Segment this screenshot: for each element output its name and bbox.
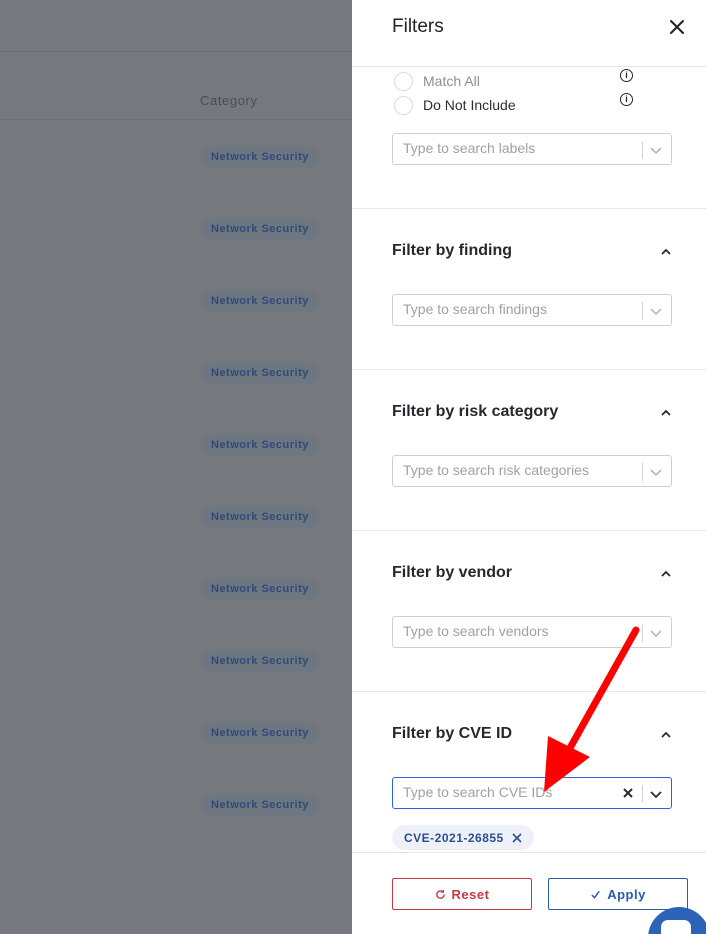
clear-icon[interactable] (621, 786, 635, 800)
cve-search-input[interactable] (403, 784, 613, 800)
select-divider (642, 463, 643, 481)
finding-section-title: Filter by finding (392, 242, 512, 259)
risk-category-section-title: Filter by risk category (392, 403, 559, 420)
filters-panel: Filters Match All i Do Not Include i Fil… (352, 0, 706, 934)
category-badge: Network Security (201, 218, 319, 240)
panel-title: Filters (392, 16, 444, 37)
chevron-up-icon[interactable] (659, 406, 673, 420)
risk-categories-search-select[interactable] (392, 455, 672, 487)
cve-section-title: Filter by CVE ID (392, 725, 513, 742)
chevron-up-icon[interactable] (659, 245, 673, 259)
category-badge: Network Security (201, 146, 319, 168)
select-divider (642, 302, 643, 320)
section-divider (352, 691, 706, 692)
reset-button[interactable]: Reset (392, 878, 532, 910)
vendors-search-select[interactable] (392, 616, 672, 648)
risk-categories-search-input[interactable] (403, 462, 613, 478)
reset-button-label: Reset (451, 886, 490, 902)
chevron-down-icon[interactable] (649, 787, 663, 801)
chevron-down-icon[interactable] (649, 626, 663, 640)
do-not-include-option[interactable]: Do Not Include (394, 94, 516, 116)
select-divider (642, 624, 643, 642)
chevron-up-icon[interactable] (659, 567, 673, 581)
chevron-down-icon[interactable] (649, 143, 663, 157)
chevron-down-icon[interactable] (649, 304, 663, 318)
category-badge: Network Security (201, 290, 319, 312)
findings-search-input[interactable] (403, 301, 613, 317)
panel-header: Filters (352, 0, 706, 67)
category-badge: Network Security (201, 578, 319, 600)
refresh-icon (435, 889, 445, 899)
match-all-radio[interactable] (394, 71, 413, 91)
category-badge: Network Security (201, 434, 319, 456)
labels-search-input[interactable] (403, 140, 613, 156)
info-icon[interactable]: i (620, 69, 633, 82)
section-divider (352, 369, 706, 370)
category-column-header: Category (200, 93, 258, 108)
close-icon[interactable] (666, 16, 688, 38)
vendors-search-input[interactable] (403, 623, 613, 639)
chat-icon (661, 920, 691, 934)
info-icon[interactable]: i (620, 93, 633, 106)
match-all-label: Match All (423, 73, 480, 89)
category-badge: Network Security (201, 722, 319, 744)
category-badge: Network Security (201, 506, 319, 528)
check-icon (591, 890, 600, 899)
category-badge: Network Security (201, 794, 319, 816)
category-badge: Network Security (201, 362, 319, 384)
match-all-option[interactable]: Match All (394, 70, 480, 92)
apply-button[interactable]: Apply (548, 878, 688, 910)
section-divider (352, 530, 706, 531)
background-header-row (0, 52, 352, 120)
labels-search-select[interactable] (392, 133, 672, 165)
chevron-up-icon[interactable] (659, 728, 673, 742)
remove-chip-icon[interactable] (512, 832, 522, 843)
vendor-section-title: Filter by vendor (392, 564, 513, 581)
chevron-down-icon[interactable] (649, 465, 663, 479)
cve-search-select[interactable] (392, 777, 672, 809)
do-not-include-label: Do Not Include (423, 97, 516, 113)
do-not-include-radio[interactable] (394, 95, 413, 115)
cve-chip-label: CVE-2021-26855 (404, 830, 504, 845)
select-divider (642, 141, 643, 159)
cve-chip: CVE-2021-26855 (392, 825, 534, 850)
apply-button-label: Apply (607, 886, 646, 902)
background-table: Category Network Security Network Securi… (0, 0, 352, 934)
category-badge: Network Security (201, 650, 319, 672)
select-divider (642, 785, 643, 803)
findings-search-select[interactable] (392, 294, 672, 326)
background-top-bar (0, 0, 352, 52)
section-divider (352, 208, 706, 209)
